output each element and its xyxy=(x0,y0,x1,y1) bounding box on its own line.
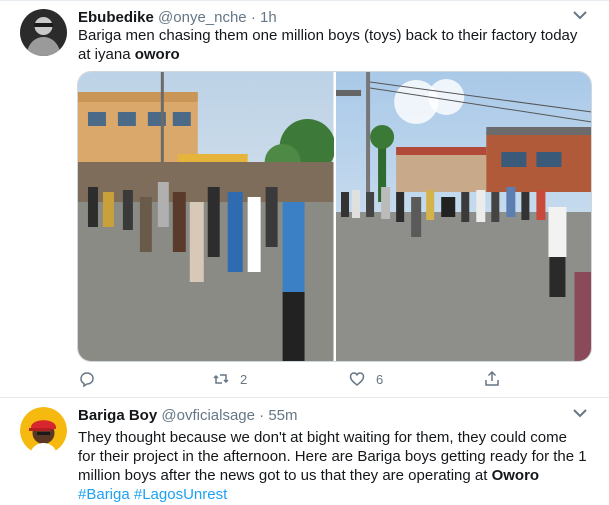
media-grid[interactable] xyxy=(77,71,592,362)
heart-icon[interactable] xyxy=(348,370,366,388)
tweet-ebubedike[interactable]: Ebubedike @onye_nche · 1h Bariga men cha… xyxy=(0,0,609,398)
chevron-down-icon[interactable] xyxy=(573,408,587,418)
user-handle[interactable]: @onye_nche xyxy=(158,9,247,26)
tweet-header: Bariga Boy @ovficialsage · 55m xyxy=(78,407,298,425)
retweet-icon[interactable] xyxy=(212,370,230,388)
reply-icon[interactable] xyxy=(78,370,96,388)
like-action[interactable]: 6 xyxy=(348,370,383,388)
share-action[interactable] xyxy=(483,370,501,388)
hashtag-link[interactable]: #Bariga xyxy=(78,486,130,503)
photo-right[interactable] xyxy=(335,72,591,361)
timestamp[interactable]: 1h xyxy=(260,9,277,26)
tweet-header: Ebubedike @onye_nche · 1h xyxy=(78,9,277,27)
user-handle[interactable]: @ovficialsage xyxy=(161,407,255,424)
tweet-text-bold: oworo xyxy=(134,46,180,63)
avatar[interactable] xyxy=(20,9,67,56)
reply-action[interactable] xyxy=(78,370,106,388)
tweet-bariga-boy[interactable]: Bariga Boy @ovficialsage · 55m They thou… xyxy=(0,398,609,505)
share-icon[interactable] xyxy=(483,370,501,388)
separator-dot: · xyxy=(259,407,265,424)
avatar[interactable] xyxy=(20,407,67,454)
tweet-text: They thought because we don't at bight w… xyxy=(78,428,588,504)
photo-left[interactable] xyxy=(78,72,334,361)
chevron-down-icon[interactable] xyxy=(573,10,587,20)
like-count: 6 xyxy=(376,371,384,387)
retweet-count: 2 xyxy=(240,371,248,387)
retweet-action[interactable]: 2 xyxy=(212,370,247,388)
display-name[interactable]: Bariga Boy xyxy=(78,407,157,424)
tweet-text-bold: Oworo xyxy=(491,467,540,484)
tweet-text: Bariga men chasing them one million boys… xyxy=(78,26,588,64)
separator-dot: · xyxy=(250,9,256,26)
hashtag-link[interactable]: #LagosUnrest xyxy=(134,486,227,503)
tweet-actions: 2 6 xyxy=(0,370,609,390)
display-name[interactable]: Ebubedike xyxy=(78,9,154,26)
timestamp[interactable]: 55m xyxy=(268,407,297,424)
